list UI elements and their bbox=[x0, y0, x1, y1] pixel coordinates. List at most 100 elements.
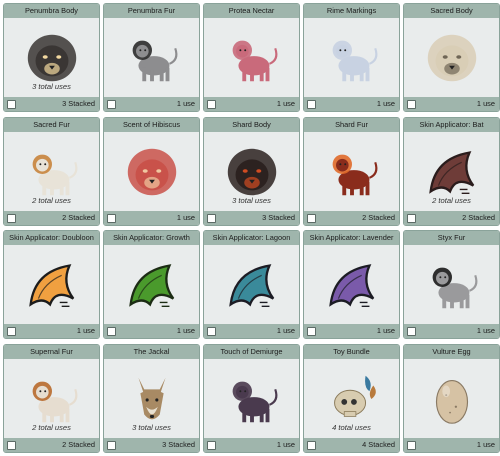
card-footer: 1 use bbox=[104, 211, 199, 225]
card-footer: 1 use bbox=[304, 97, 399, 111]
select-checkbox[interactable] bbox=[7, 441, 16, 450]
item-name: Penumbra Body bbox=[4, 4, 99, 18]
item-total-uses: 2 total uses bbox=[432, 196, 471, 205]
card-footer: 1 use bbox=[204, 97, 299, 111]
item-name: Skin Applicator: Doubloon bbox=[4, 231, 99, 245]
select-checkbox[interactable] bbox=[207, 327, 216, 336]
card-footer: 1 use bbox=[304, 324, 399, 338]
item-art bbox=[204, 359, 299, 439]
item-art bbox=[404, 359, 499, 439]
item-name: Touch of Demiurge bbox=[204, 345, 299, 359]
item-name: Sacred Fur bbox=[4, 118, 99, 132]
inventory-card[interactable]: Supernal Fur 2 total uses 2 Stacked bbox=[3, 344, 100, 453]
inventory-card[interactable]: Scent of Hibiscus 1 use bbox=[103, 117, 200, 226]
inventory-card[interactable]: Skin Applicator: Lagoon 1 use bbox=[203, 230, 300, 339]
select-checkbox[interactable] bbox=[307, 214, 316, 223]
select-checkbox[interactable] bbox=[407, 214, 416, 223]
item-art bbox=[4, 245, 99, 325]
item-art bbox=[304, 245, 399, 325]
inventory-card[interactable]: Touch of Demiurge 1 use bbox=[203, 344, 300, 453]
item-stack-count: 1 use bbox=[76, 326, 95, 335]
item-total-uses: 2 total uses bbox=[32, 423, 71, 432]
select-checkbox[interactable] bbox=[407, 327, 416, 336]
card-footer: 1 use bbox=[204, 438, 299, 452]
item-name: Penumbra Fur bbox=[104, 4, 199, 18]
select-checkbox[interactable] bbox=[407, 441, 416, 450]
card-footer: 1 use bbox=[104, 324, 199, 338]
item-name: Protea Nectar bbox=[204, 4, 299, 18]
fire-lion-icon bbox=[332, 154, 377, 196]
select-checkbox[interactable] bbox=[7, 100, 16, 109]
item-total-uses: 2 total uses bbox=[32, 196, 71, 205]
item-name: Toy Bundle bbox=[304, 345, 399, 359]
egg-icon bbox=[435, 380, 468, 424]
card-footer: 2 Stacked bbox=[304, 211, 399, 225]
green-wave-icon bbox=[128, 264, 174, 307]
item-stack-count: 1 use bbox=[376, 326, 395, 335]
inventory-card[interactable]: Skin Applicator: Lavender 1 use bbox=[303, 230, 400, 339]
select-checkbox[interactable] bbox=[307, 100, 316, 109]
card-footer: 3 Stacked bbox=[104, 438, 199, 452]
inventory-card[interactable]: Penumbra Body 3 total uses 3 Stacked bbox=[3, 3, 100, 112]
purple-wave-icon bbox=[328, 264, 374, 307]
inventory-card[interactable]: Styx Fur 1 use bbox=[403, 230, 500, 339]
item-name: Supernal Fur bbox=[4, 345, 99, 359]
inventory-card[interactable]: Sacred Body 1 use bbox=[403, 3, 500, 112]
item-name: Shard Fur bbox=[304, 118, 399, 132]
card-footer: 2 Stacked bbox=[4, 438, 99, 452]
select-checkbox[interactable] bbox=[107, 100, 116, 109]
select-checkbox[interactable] bbox=[207, 441, 216, 450]
inventory-card[interactable]: Shard Body 3 total uses 3 Stacked bbox=[203, 117, 300, 226]
inventory-card[interactable]: Sacred Fur 2 total uses 2 Stacked bbox=[3, 117, 100, 226]
card-footer: 1 use bbox=[404, 438, 499, 452]
select-checkbox[interactable] bbox=[107, 441, 116, 450]
item-stack-count: 3 Stacked bbox=[62, 99, 95, 108]
item-name: Sacred Body bbox=[404, 4, 499, 18]
inventory-card[interactable]: Toy Bundle 4 total uses 4 Stacked bbox=[303, 344, 400, 453]
item-name: The Jackal bbox=[104, 345, 199, 359]
item-art bbox=[104, 18, 199, 98]
item-art bbox=[304, 18, 399, 98]
item-name: Styx Fur bbox=[404, 231, 499, 245]
item-stack-count: 3 Stacked bbox=[262, 213, 295, 222]
item-stack-count: 1 use bbox=[176, 213, 195, 222]
inventory-card[interactable]: Shard Fur 2 Stacked bbox=[303, 117, 400, 226]
inventory-card[interactable]: Penumbra Fur 1 use bbox=[103, 3, 200, 112]
orange-wave-icon bbox=[28, 264, 74, 307]
select-checkbox[interactable] bbox=[107, 327, 116, 336]
inventory-card[interactable]: Skin Applicator: Doubloon 1 use bbox=[3, 230, 100, 339]
bat-wing-icon bbox=[428, 151, 474, 194]
red-lion-head-icon bbox=[127, 148, 176, 196]
select-checkbox[interactable] bbox=[7, 214, 16, 223]
item-stack-count: 2 Stacked bbox=[362, 213, 395, 222]
item-name: Rime Markings bbox=[304, 4, 399, 18]
inventory-grid: Penumbra Body 3 total uses 3 Stacked Pen… bbox=[0, 0, 500, 456]
item-stack-count: 1 use bbox=[276, 440, 295, 449]
dark-lion-head-icon bbox=[27, 34, 76, 82]
item-name: Skin Applicator: Growth bbox=[104, 231, 199, 245]
inventory-card[interactable]: Skin Applicator: Growth 1 use bbox=[103, 230, 200, 339]
jackal-head-icon bbox=[137, 377, 166, 420]
card-footer: 1 use bbox=[404, 97, 499, 111]
select-checkbox[interactable] bbox=[407, 100, 416, 109]
item-stack-count: 2 Stacked bbox=[62, 440, 95, 449]
item-stack-count: 1 use bbox=[276, 326, 295, 335]
inventory-card[interactable]: Rime Markings 1 use bbox=[303, 3, 400, 112]
item-stack-count: 1 use bbox=[176, 99, 195, 108]
select-checkbox[interactable] bbox=[107, 214, 116, 223]
inventory-card[interactable]: Skin Applicator: Bat 2 total uses 2 Stac… bbox=[403, 117, 500, 226]
select-checkbox[interactable] bbox=[307, 327, 316, 336]
item-name: Shard Body bbox=[204, 118, 299, 132]
select-checkbox[interactable] bbox=[307, 441, 316, 450]
item-art bbox=[404, 18, 499, 98]
item-stack-count: 3 Stacked bbox=[162, 440, 195, 449]
inventory-card[interactable]: Vulture Egg 1 use bbox=[403, 344, 500, 453]
select-checkbox[interactable] bbox=[7, 327, 16, 336]
select-checkbox[interactable] bbox=[207, 100, 216, 109]
inventory-card[interactable]: Protea Nectar 1 use bbox=[203, 3, 300, 112]
item-stack-count: 1 use bbox=[476, 99, 495, 108]
card-footer: 2 Stacked bbox=[404, 211, 499, 225]
inventory-card[interactable]: The Jackal 3 total uses 3 Stacked bbox=[103, 344, 200, 453]
item-stack-count: 1 use bbox=[176, 326, 195, 335]
select-checkbox[interactable] bbox=[207, 214, 216, 223]
